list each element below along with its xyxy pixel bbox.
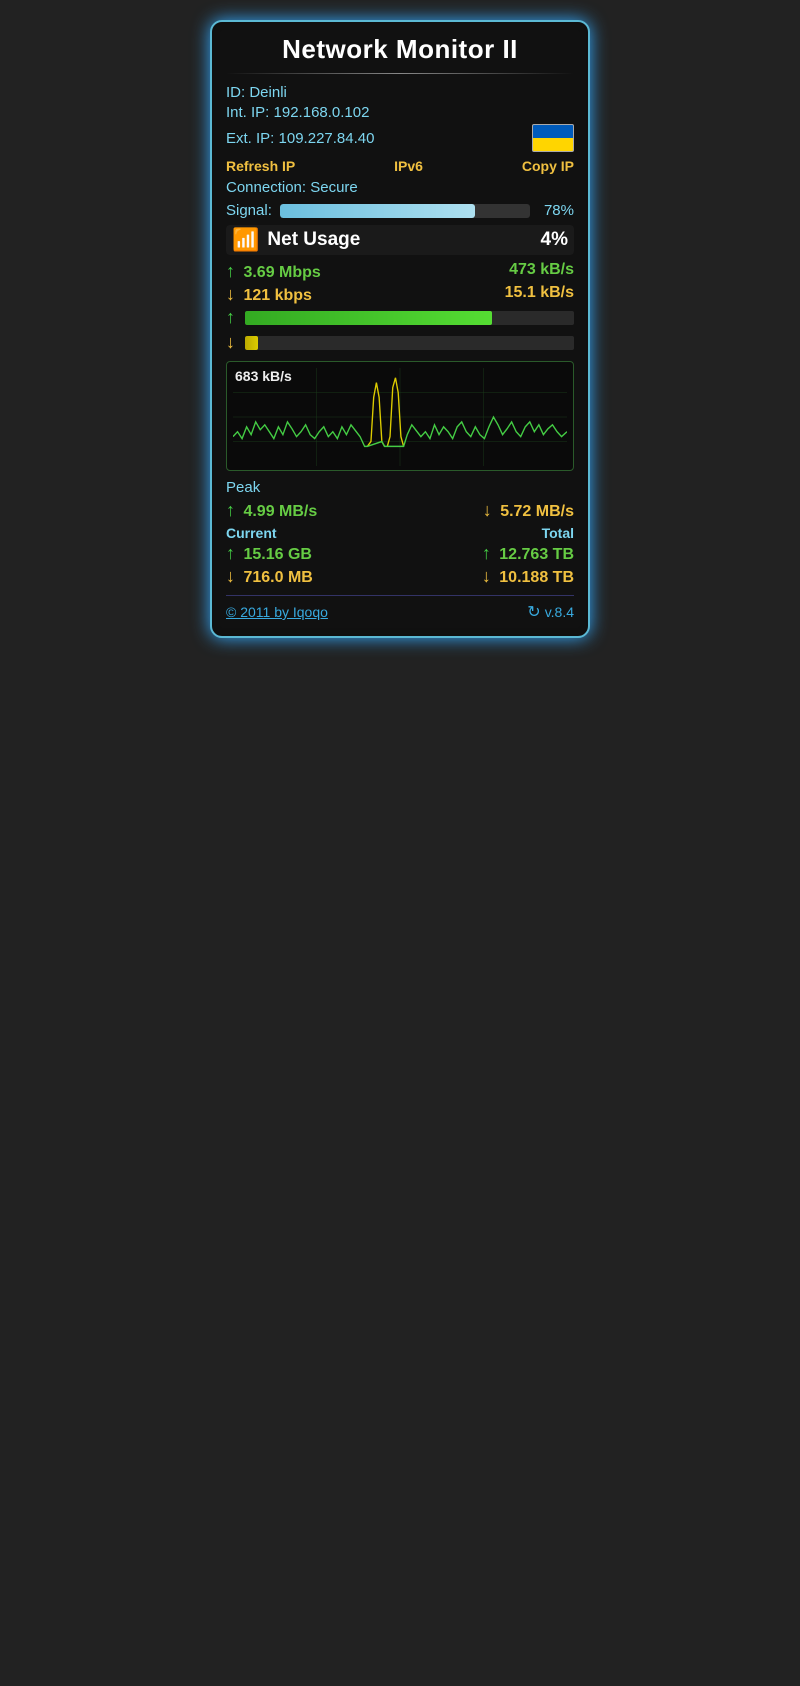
version-section: ↻ v.8.4 [527, 602, 574, 622]
country-flag [532, 124, 574, 152]
id-row: ID: Deinli [226, 84, 574, 101]
title-divider [226, 73, 574, 74]
download-speed-kbps: 121 kbps [243, 287, 311, 304]
network-monitor-widget: Network Monitor II ID: Deinli Int. IP: 1… [210, 20, 590, 638]
signal-row: Signal: 78% [226, 202, 574, 219]
current-download: ↓ 716.0 MB [226, 566, 313, 587]
current-header: Current [226, 525, 277, 541]
peak-download: ↓ 5.72 MB/s [483, 500, 574, 521]
curr-upload-arrow-icon: ↑ [226, 543, 235, 563]
upload-bar-arrow-icon: ↑ [226, 307, 235, 328]
peak-upload: ↑ 4.99 MB/s [226, 500, 317, 521]
download-bar-background [245, 336, 574, 350]
current-upload-value: 15.16 GB [243, 546, 311, 563]
upload-speed-left: ↑ 3.69 Mbps [226, 261, 321, 282]
wifi-icon: 📶 [232, 229, 259, 251]
refresh-ip-button[interactable]: Refresh IP [226, 158, 295, 174]
action-buttons-row: Refresh IP IPv6 Copy IP [226, 158, 574, 174]
int-ip-row: Int. IP: 192.168.0.102 [226, 104, 574, 121]
peak-section: Peak ↑ 4.99 MB/s ↓ 5.72 MB/s Current Tot… [226, 479, 574, 587]
peak-title: Peak [226, 479, 574, 496]
graph-speed-label: 683 kB/s [235, 368, 292, 384]
signal-percentage: 78% [538, 202, 574, 219]
connection-value: Secure [310, 179, 358, 196]
connection-label: Connection: [226, 179, 306, 196]
curr-download-arrow-icon: ↓ [226, 566, 235, 586]
total-upload: ↑ 12.763 TB [482, 543, 574, 564]
total-upload-arrow-icon: ↑ [482, 543, 491, 563]
upload-speed-right: 473 kB/s [509, 261, 574, 282]
ext-ip-value: 109.227.84.40 [279, 130, 375, 147]
net-usage-row: 📶 Net Usage 4% [226, 225, 574, 255]
download-bar-row: ↓ [226, 332, 574, 353]
total-upload-value: 12.763 TB [499, 546, 574, 563]
download-speed-left: ↓ 121 kbps [226, 284, 312, 305]
peak-upload-value: 4.99 MB/s [243, 503, 317, 520]
ipv6-button[interactable]: IPv6 [394, 158, 423, 174]
upload-data-row: ↑ 15.16 GB ↑ 12.763 TB [226, 543, 574, 564]
download-bar-arrow-icon: ↓ [226, 332, 235, 353]
download-speed-row: ↓ 121 kbps 15.1 kB/s [226, 284, 574, 305]
id-value: Deinli [249, 84, 287, 101]
ext-ip-row: Ext. IP: 109.227.84.40 [226, 124, 574, 152]
current-total-headers: Current Total [226, 525, 574, 541]
net-usage-label: Net Usage [267, 229, 532, 251]
upload-speed-mbps: 3.69 Mbps [243, 264, 320, 281]
ext-ip-label: Ext. IP: [226, 130, 274, 147]
signal-bar-background [280, 204, 530, 218]
total-download: ↓ 10.188 TB [482, 566, 574, 587]
peak-download-arrow-icon: ↓ [483, 500, 492, 520]
download-speed-kbs: 15.1 kB/s [505, 284, 574, 301]
upload-speed-row: ↑ 3.69 Mbps 473 kB/s [226, 261, 574, 282]
version-text: v.8.4 [545, 604, 574, 620]
upload-speed-kbs: 473 kB/s [509, 261, 574, 278]
net-usage-percentage: 4% [541, 229, 568, 251]
upload-bar-background [245, 311, 574, 325]
peak-download-value: 5.72 MB/s [500, 503, 574, 520]
copyright-link[interactable]: © 2011 by Iqoqo [226, 604, 328, 620]
upload-bar-row: ↑ [226, 307, 574, 328]
current-download-value: 716.0 MB [243, 569, 312, 586]
download-speed-right: 15.1 kB/s [505, 284, 574, 305]
peak-speeds-row: ↑ 4.99 MB/s ↓ 5.72 MB/s [226, 500, 574, 521]
download-bar-fill [245, 336, 258, 350]
upload-bar-fill [245, 311, 492, 325]
signal-bar-fill [280, 204, 475, 218]
footer: © 2011 by Iqoqo ↻ v.8.4 [226, 595, 574, 622]
copy-ip-button[interactable]: Copy IP [522, 158, 574, 174]
int-ip-label: Int. IP: [226, 104, 269, 121]
network-graph-section: 683 kB/s [226, 361, 574, 471]
ext-ip-text: Ext. IP: 109.227.84.40 [226, 130, 374, 147]
total-download-value: 10.188 TB [499, 569, 574, 586]
connection-row: Connection: Secure [226, 179, 574, 196]
total-download-arrow-icon: ↓ [482, 566, 491, 586]
id-label: ID: [226, 84, 245, 101]
widget-title: Network Monitor II [226, 34, 574, 65]
upload-arrow-icon: ↑ [226, 261, 235, 281]
int-ip-value: 192.168.0.102 [274, 104, 370, 121]
total-header: Total [542, 525, 574, 541]
current-upload: ↑ 15.16 GB [226, 543, 312, 564]
peak-upload-arrow-icon: ↑ [226, 500, 235, 520]
download-arrow-icon: ↓ [226, 284, 235, 304]
signal-label: Signal: [226, 202, 272, 219]
refresh-icon: ↻ [527, 602, 540, 622]
download-data-row: ↓ 716.0 MB ↓ 10.188 TB [226, 566, 574, 587]
